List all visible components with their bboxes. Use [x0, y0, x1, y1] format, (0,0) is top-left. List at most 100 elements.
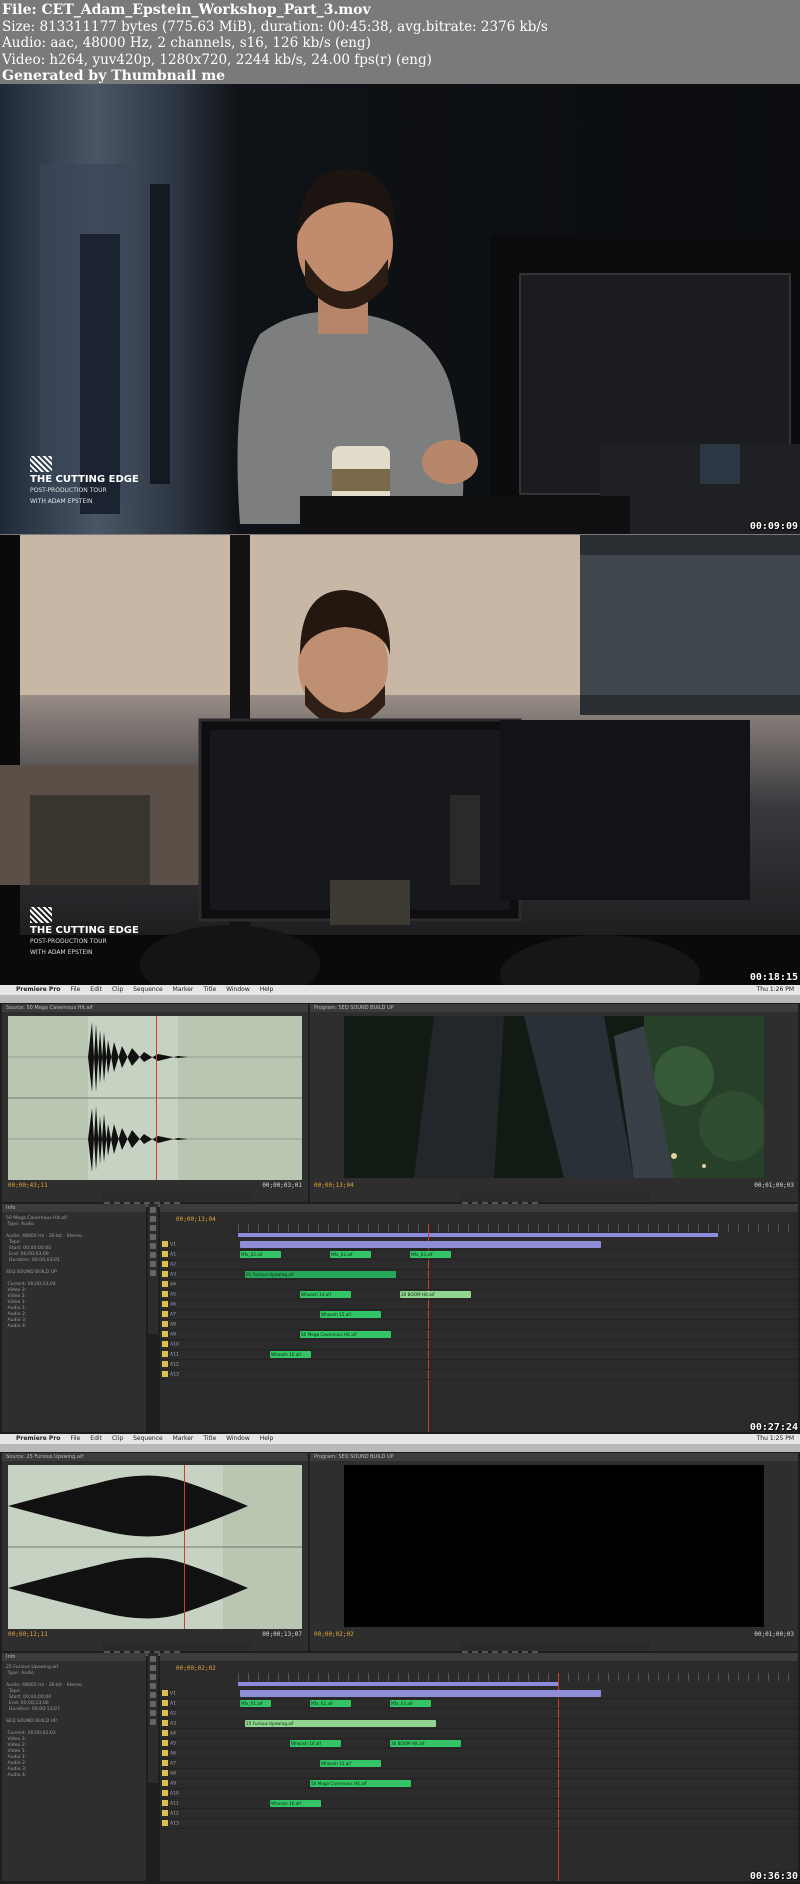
- track-header[interactable]: A12: [160, 1809, 215, 1818]
- timeline-track[interactable]: A4: [160, 1280, 798, 1290]
- track-lock-icon[interactable]: [162, 1710, 168, 1716]
- track-lock-icon[interactable]: [162, 1321, 168, 1327]
- track-header[interactable]: A11: [160, 1799, 215, 1808]
- track-header[interactable]: A4: [160, 1729, 215, 1738]
- menu-help[interactable]: Help: [260, 1435, 274, 1442]
- menu-edit[interactable]: Edit: [90, 1435, 102, 1442]
- timeline-track[interactable]: A2: [160, 1260, 798, 1270]
- track-header[interactable]: A7: [160, 1310, 215, 1319]
- track-header[interactable]: A2: [160, 1260, 215, 1269]
- work-area-bar[interactable]: [238, 1233, 718, 1237]
- timeline-track[interactable]: A4: [160, 1729, 798, 1739]
- timeline-track[interactable]: A6: [160, 1749, 798, 1759]
- timeline-tab[interactable]: [160, 1204, 798, 1212]
- audio-clip[interactable]: Whoosh 15.aif: [320, 1760, 381, 1767]
- audio-clip[interactable]: 30 BOOM Hit.aif: [390, 1740, 461, 1747]
- hand-tool-icon[interactable]: [150, 1261, 156, 1267]
- razor-tool-icon[interactable]: [150, 1234, 156, 1240]
- track-lock-icon[interactable]: [162, 1700, 168, 1706]
- track-lock-icon[interactable]: [162, 1271, 168, 1277]
- track-lock-icon[interactable]: [162, 1371, 168, 1377]
- track-header[interactable]: A5: [160, 1290, 215, 1299]
- audio-clip[interactable]: Mfx_01.aif: [240, 1700, 271, 1707]
- track-lock-icon[interactable]: [162, 1780, 168, 1786]
- track-select-tool-icon[interactable]: [150, 1665, 156, 1671]
- video-clip[interactable]: [240, 1690, 601, 1697]
- track-header[interactable]: A9: [160, 1779, 215, 1788]
- track-lock-icon[interactable]: [162, 1341, 168, 1347]
- track-lock-icon[interactable]: [162, 1770, 168, 1776]
- track-header[interactable]: A8: [160, 1769, 215, 1778]
- timeline-track[interactable]: A5 Whoosh 14.aif 30 BOOM Hit.aif: [160, 1739, 798, 1749]
- track-lock-icon[interactable]: [162, 1311, 168, 1317]
- info-tab[interactable]: Info: [2, 1653, 146, 1661]
- timeline-track[interactable]: A10: [160, 1789, 798, 1799]
- track-header[interactable]: A6: [160, 1749, 215, 1758]
- track-header[interactable]: V1: [160, 1240, 215, 1249]
- track-lock-icon[interactable]: [162, 1810, 168, 1816]
- track-lock-icon[interactable]: [162, 1760, 168, 1766]
- track-lock-icon[interactable]: [162, 1800, 168, 1806]
- audio-clip[interactable]: Whoosh 16.aif: [270, 1800, 321, 1807]
- track-header[interactable]: A10: [160, 1789, 215, 1798]
- program-tab[interactable]: Program: SEQ SOUND BUILD UP: [310, 1453, 798, 1461]
- menu-file[interactable]: File: [70, 1435, 80, 1442]
- slip-tool-icon[interactable]: [150, 1692, 156, 1698]
- track-header[interactable]: A1: [160, 1699, 215, 1708]
- menu-clip[interactable]: Clip: [112, 986, 123, 993]
- timeline-track[interactable]: A6: [160, 1300, 798, 1310]
- timeline-track[interactable]: A1 Mfx_02.aif Mfx_02.aif Mfx_03.aif: [160, 1250, 798, 1260]
- audio-clip[interactable]: 25 Furious Upswing.aif: [245, 1720, 436, 1727]
- source-tab[interactable]: Source: 50 Mega Cavernous Hit.aif: [2, 1004, 308, 1012]
- track-header[interactable]: A5: [160, 1739, 215, 1748]
- track-header[interactable]: A12: [160, 1360, 215, 1369]
- ripple-edit-tool-icon[interactable]: [150, 1674, 156, 1680]
- menu-title[interactable]: Title: [203, 986, 216, 993]
- timeline-track[interactable]: A11 Whoosh 16.aif: [160, 1799, 798, 1809]
- track-header[interactable]: A11: [160, 1350, 215, 1359]
- track-header[interactable]: A4: [160, 1280, 215, 1289]
- audio-clip[interactable]: Mfx_02.aif: [310, 1700, 351, 1707]
- track-header[interactable]: A3: [160, 1719, 215, 1728]
- track-lock-icon[interactable]: [162, 1301, 168, 1307]
- track-header[interactable]: A6: [160, 1300, 215, 1309]
- track-lock-icon[interactable]: [162, 1261, 168, 1267]
- timeline-track[interactable]: A9 50 Mega Cavernous Hit.aif: [160, 1779, 798, 1789]
- menu-sequence[interactable]: Sequence: [133, 1435, 163, 1442]
- menu-marker[interactable]: Marker: [173, 1435, 194, 1442]
- track-lock-icon[interactable]: [162, 1251, 168, 1257]
- track-lock-icon[interactable]: [162, 1750, 168, 1756]
- audio-clip[interactable]: 01 Furious Upswing.aif: [245, 1271, 396, 1278]
- audio-clip[interactable]: Whoosh 14.aif: [290, 1740, 341, 1747]
- track-lock-icon[interactable]: [162, 1720, 168, 1726]
- timeline-track[interactable]: A12: [160, 1809, 798, 1819]
- timeline-track[interactable]: V1: [160, 1240, 798, 1250]
- timeline-track[interactable]: A9 50 Mega Cavernous Hit.aif: [160, 1330, 798, 1340]
- track-header[interactable]: A1: [160, 1250, 215, 1259]
- track-lock-icon[interactable]: [162, 1241, 168, 1247]
- source-playhead[interactable]: [184, 1465, 185, 1629]
- source-tab[interactable]: Source: 25 Furious Upswing.aif: [2, 1453, 308, 1461]
- track-select-tool-icon[interactable]: [150, 1216, 156, 1222]
- selection-tool-icon[interactable]: [150, 1207, 156, 1213]
- audio-clip[interactable]: Mfx_02.aif: [330, 1251, 371, 1258]
- timeline-track[interactable]: A13: [160, 1819, 798, 1829]
- track-lock-icon[interactable]: [162, 1351, 168, 1357]
- work-area-bar[interactable]: [238, 1682, 558, 1686]
- time-ruler[interactable]: [238, 1673, 798, 1681]
- info-tab[interactable]: Info: [2, 1204, 146, 1212]
- zoom-tool-icon[interactable]: [150, 1270, 156, 1276]
- sequence-timecode[interactable]: 00;00;02;02: [176, 1665, 216, 1672]
- source-playhead[interactable]: [156, 1016, 157, 1180]
- menu-sequence[interactable]: Sequence: [133, 986, 163, 993]
- track-header[interactable]: A3: [160, 1270, 215, 1279]
- sequence-timecode[interactable]: 00;00;13;04: [176, 1216, 216, 1223]
- timeline-track[interactable]: A5 Whoosh 14.aif 30 BOOM Hit.aif: [160, 1290, 798, 1300]
- menu-clip[interactable]: Clip: [112, 1435, 123, 1442]
- menu-marker[interactable]: Marker: [173, 986, 194, 993]
- timeline-track[interactable]: A11 Whoosh 16.aif: [160, 1350, 798, 1360]
- menu-window[interactable]: Window: [226, 1435, 250, 1442]
- track-header[interactable]: A8: [160, 1320, 215, 1329]
- track-header[interactable]: A9: [160, 1330, 215, 1339]
- selection-tool-icon[interactable]: [150, 1656, 156, 1662]
